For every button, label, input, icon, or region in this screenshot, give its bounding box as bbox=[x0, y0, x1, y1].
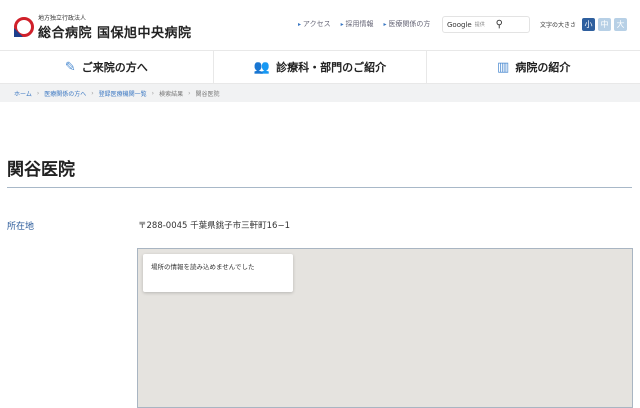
font-size-small-button[interactable]: 小 bbox=[582, 18, 596, 31]
map-embed[interactable]: 場所の情報を読み込めませんでした bbox=[137, 248, 633, 408]
title-divider bbox=[7, 187, 632, 188]
hospital-logo[interactable]: 地方独立行政法人 総合病院 国保旭中央病院 bbox=[14, 13, 192, 41]
breadcrumb-medical[interactable]: 医療関係の方へ bbox=[44, 89, 86, 98]
nav-departments[interactable]: 👥 診療科・部門のご紹介 bbox=[214, 51, 428, 83]
building-icon: ▥ bbox=[497, 59, 510, 75]
map-error-popup: 場所の情報を読み込めませんでした bbox=[143, 254, 293, 292]
nav-label: 診療科・部門のご紹介 bbox=[276, 61, 387, 74]
breadcrumb-registered[interactable]: 登録医療機関一覧 bbox=[99, 89, 147, 98]
access-link[interactable]: アクセス bbox=[298, 19, 331, 29]
logo-subtitle: 地方独立行政法人 bbox=[38, 15, 87, 22]
people-icon: 👥 bbox=[253, 59, 271, 75]
address-text: 〒288-0045 千葉県銚子市三軒町16−1 bbox=[138, 221, 290, 231]
breadcrumb-results: 検索結果 bbox=[159, 90, 184, 98]
nav-about[interactable]: ▥ 病院の紹介 bbox=[427, 51, 640, 83]
nav-label: ご来院の方へ bbox=[81, 61, 148, 74]
map-error-text: 場所の情報を読み込めませんでした bbox=[151, 263, 255, 271]
logo-title: 総合病院 国保旭中央病院 bbox=[38, 26, 192, 41]
breadcrumb-current: 関谷医院 bbox=[195, 90, 220, 98]
breadcrumb: ホーム › 医療関係の方へ › 登録医療機関一覧 › 検索結果 › 関谷医院 bbox=[0, 84, 640, 102]
memo-icon: ✎ bbox=[64, 59, 76, 75]
nav-label: 病院の紹介 bbox=[515, 61, 571, 74]
search-brand-sub: 提供 bbox=[474, 22, 485, 28]
search-icon[interactable]: ⚲ bbox=[496, 19, 503, 30]
font-size-control: 文字の大きさ 小 中 大 bbox=[540, 18, 628, 31]
medical-staff-link[interactable]: 医療関係の方 bbox=[384, 19, 430, 29]
recruit-link[interactable]: 採用情報 bbox=[341, 19, 374, 29]
main-nav: ✎ ご来院の方へ 👥 診療科・部門のご紹介 ▥ 病院の紹介 bbox=[0, 50, 640, 84]
page-title: 関谷医院 bbox=[7, 160, 75, 180]
font-size-large-button[interactable]: 大 bbox=[614, 18, 628, 31]
nav-visitors[interactable]: ✎ ご来院の方へ bbox=[0, 51, 214, 83]
top-links: アクセス 採用情報 医療関係の方 bbox=[298, 19, 431, 29]
search-brand: Google bbox=[447, 20, 472, 29]
breadcrumb-home[interactable]: ホーム bbox=[14, 89, 32, 98]
location-label: 所在地 bbox=[7, 222, 35, 232]
chevron-right-icon: › bbox=[91, 89, 94, 97]
search-input[interactable]: Google 提供 ⚲ bbox=[442, 16, 530, 33]
chevron-right-icon: › bbox=[151, 89, 155, 97]
chevron-right-icon: › bbox=[36, 89, 40, 97]
logo-mark-icon bbox=[14, 17, 34, 37]
chevron-right-icon: › bbox=[188, 89, 191, 97]
font-size-medium-button[interactable]: 中 bbox=[598, 18, 612, 31]
font-size-label: 文字の大きさ bbox=[540, 22, 577, 29]
